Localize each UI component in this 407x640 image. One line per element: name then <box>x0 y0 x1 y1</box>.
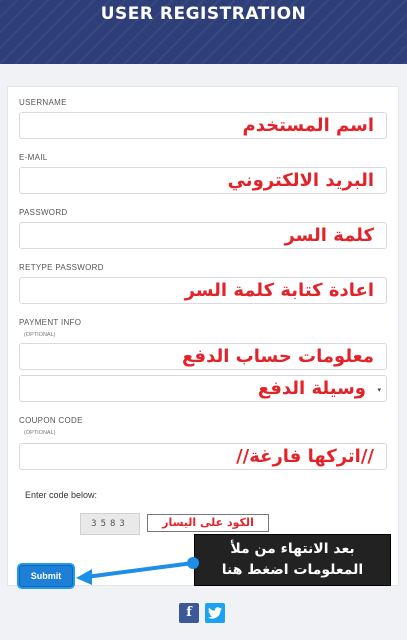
facebook-icon[interactable]: f <box>179 603 199 623</box>
submit-button[interactable]: Submit <box>19 565 73 587</box>
twitter-icon[interactable] <box>205 603 225 623</box>
arrow-icon <box>76 557 199 585</box>
